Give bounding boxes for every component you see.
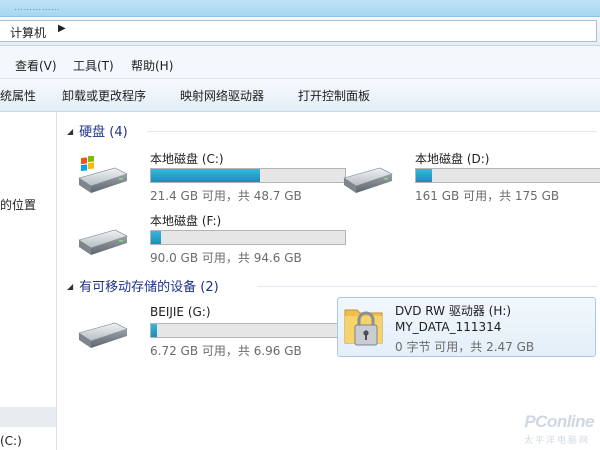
collapse-triangle-icon[interactable]: ◢	[67, 282, 73, 291]
menu-bar: 查看(V) 工具(T) 帮助(H)	[0, 46, 600, 79]
drive-f[interactable]: 本地磁盘 (F:) 90.0 GB 可用，共 94.6 GB	[75, 212, 346, 268]
drive-space: 90.0 GB 可用，共 94.6 GB	[150, 251, 302, 265]
drive-usage-bar	[150, 323, 346, 338]
drive-space: 6.72 GB 可用，共 6.96 GB	[150, 344, 302, 358]
drive-c[interactable]: 本地磁盘 (C:) 21.4 GB 可用，共 48.7 GB	[75, 150, 346, 206]
group-label-removable: 有可移动存储的设备 (2)	[79, 280, 219, 295]
window-title-strip: ……………	[0, 0, 600, 17]
address-path[interactable]: 计算机	[10, 24, 46, 41]
drive-name: DVD RW 驱动器 (H:)	[395, 304, 512, 318]
drive-space: 21.4 GB 可用，共 48.7 GB	[150, 189, 302, 203]
nav-selection-highlight	[0, 407, 56, 427]
map-network-drive-button[interactable]: 映射网络驱动器	[180, 87, 264, 104]
drive-usage-fill	[151, 231, 161, 244]
usb-drive-icon	[78, 322, 128, 348]
group-divider	[147, 131, 597, 132]
menu-help[interactable]: 帮助(H)	[131, 57, 173, 74]
drive-name: BEIJIE (G:)	[150, 305, 211, 319]
drive-usage-bar	[415, 168, 600, 183]
group-header-removable[interactable]: ◢ 有可移动存储的设备 (2)	[67, 276, 219, 295]
drive-usage-fill	[151, 324, 157, 337]
group-header-hard-disks[interactable]: ◢ 硬盘 (4)	[67, 121, 128, 140]
drive-usage-bar	[150, 230, 346, 245]
nav-item-locations[interactable]: 的位置	[0, 196, 36, 213]
drive-space: 161 GB 可用，共 175 GB	[415, 189, 560, 203]
drive-d[interactable]: 本地磁盘 (D:) 161 GB 可用，共 175 GB	[340, 150, 600, 206]
address-box[interactable]: 计算机 ▶	[0, 20, 597, 42]
drive-volume-label: MY_DATA_111314	[395, 320, 502, 334]
watermark-subtitle: 太平洋电脑网	[523, 436, 590, 446]
hard-drive-icon	[343, 167, 393, 193]
content-pane: ◢ 硬盘 (4) 本地磁盘 (C:) 21.4 GB 可用，共 48.7 GB …	[57, 112, 600, 450]
drive-space: 0 字节 可用，共 2.47 GB	[395, 340, 535, 354]
locked-dvd-drive-icon	[344, 309, 383, 346]
drive-usage-fill	[151, 169, 260, 182]
watermark-logo: PConline	[524, 412, 594, 431]
uninstall-program-button[interactable]: 卸载或更改程序	[62, 87, 146, 104]
menu-tools[interactable]: 工具(T)	[73, 57, 114, 74]
windows-drive-icon	[78, 156, 128, 193]
group-label-hard-disks: 硬盘 (4)	[79, 125, 128, 140]
nav-item-drive-c[interactable]: (C:)	[0, 434, 22, 448]
collapse-triangle-icon[interactable]: ◢	[67, 127, 73, 136]
drive-g[interactable]: BEIJIE (G:) 6.72 GB 可用，共 6.96 GB	[75, 305, 346, 361]
drive-name: 本地磁盘 (C:)	[150, 152, 224, 166]
command-bar: 统属性 卸载或更改程序 映射网络驱动器 打开控制面板	[0, 79, 600, 112]
drive-name: 本地磁盘 (F:)	[150, 214, 222, 228]
drive-usage-fill	[416, 169, 432, 182]
drive-name: 本地磁盘 (D:)	[415, 152, 490, 166]
group-divider	[257, 286, 597, 287]
open-control-panel-button[interactable]: 打开控制面板	[298, 87, 370, 104]
hard-drive-icon	[78, 229, 128, 255]
drive-usage-bar	[150, 168, 346, 183]
address-bar: 计算机 ▶	[0, 17, 600, 46]
system-properties-button[interactable]: 统属性	[0, 87, 36, 104]
navigation-pane: 的位置 (C:)	[0, 112, 57, 450]
window-title-text: ……………	[14, 2, 60, 12]
drive-h-dvd[interactable]: DVD RW 驱动器 (H:) MY_DATA_111314 0 字节 可用，共…	[337, 297, 596, 357]
menu-view[interactable]: 查看(V)	[15, 57, 57, 74]
breadcrumb-arrow-icon[interactable]: ▶	[58, 23, 66, 34]
